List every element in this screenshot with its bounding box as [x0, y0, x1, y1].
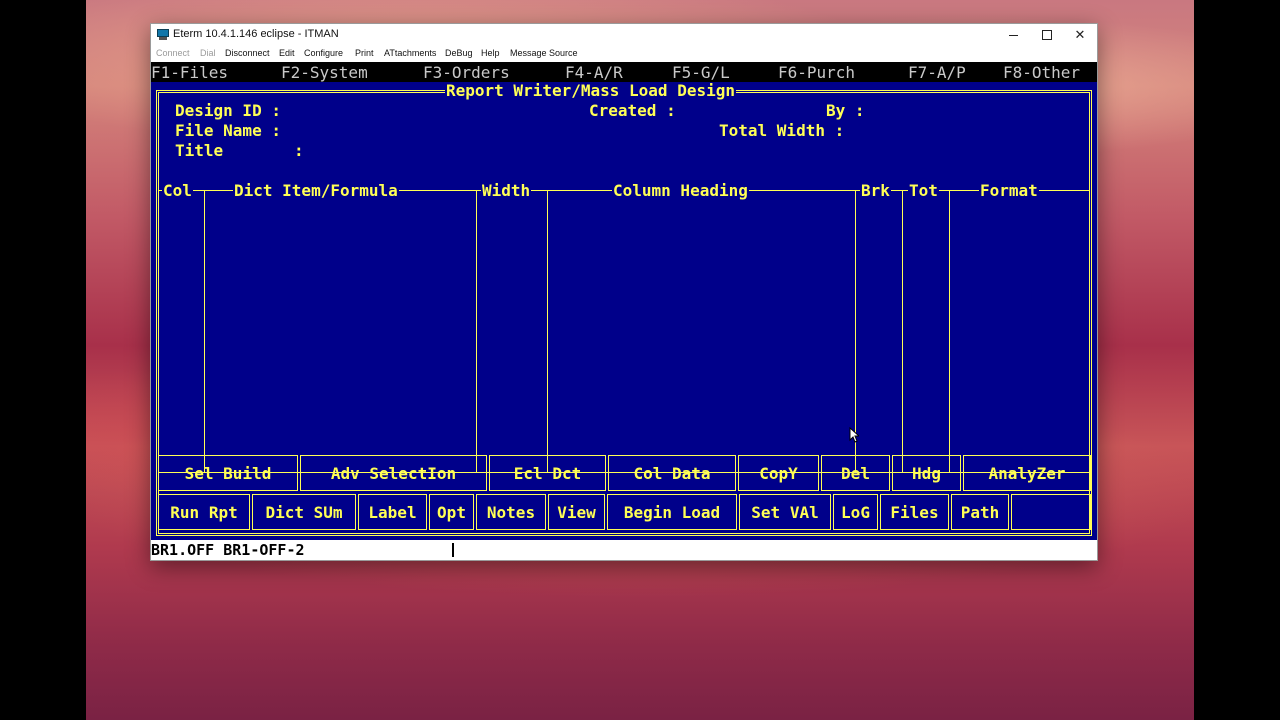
- menu-bar: Connect Dial Disconnect Edit Configure P…: [151, 46, 1097, 62]
- copy-button[interactable]: CopY: [738, 455, 819, 491]
- menu-debug[interactable]: DeBug: [445, 48, 473, 58]
- col-data-button[interactable]: Col Data: [608, 455, 736, 491]
- hdg-button[interactable]: Hdg: [892, 455, 961, 491]
- status-text: BR1.OFF BR1-OFF-2: [151, 541, 305, 559]
- opt-button[interactable]: Opt: [429, 494, 474, 530]
- path-button[interactable]: Path: [951, 494, 1009, 530]
- menu-message-source[interactable]: Message Source: [510, 48, 578, 58]
- column-header-heading: Column Heading: [612, 181, 749, 200]
- analyzer-button[interactable]: AnalyZer: [963, 455, 1091, 491]
- minimize-button[interactable]: [996, 24, 1030, 46]
- label-button[interactable]: Label: [358, 494, 427, 530]
- fkey-f7[interactable]: F7-A/P: [908, 63, 966, 82]
- notes-button[interactable]: Notes: [476, 494, 546, 530]
- column-divider: [204, 190, 205, 472]
- menu-disconnect[interactable]: Disconnect: [225, 48, 270, 58]
- menu-print[interactable]: Print: [355, 48, 374, 58]
- terminal-screen[interactable]: F1-Files F2-System F3-Orders F4-A/R F5-G…: [151, 62, 1097, 540]
- column-divider: [902, 190, 903, 472]
- function-key-bar: F1-Files F2-System F3-Orders F4-A/R F5-G…: [151, 62, 1097, 82]
- total-width-label: Total Width :: [719, 121, 845, 140]
- menu-edit[interactable]: Edit: [279, 48, 295, 58]
- close-icon: ✕: [1074, 27, 1086, 42]
- by-label: By :: [826, 101, 865, 120]
- terminal-app-icon: [157, 29, 169, 40]
- eterm-window: Eterm 10.4.1.146 eclipse - ITMAN ✕ Conne…: [150, 23, 1098, 561]
- close-button[interactable]: ✕: [1063, 24, 1097, 46]
- menu-connect[interactable]: Connect: [156, 48, 190, 58]
- blank-button[interactable]: [1011, 494, 1091, 530]
- status-line[interactable]: BR1.OFF BR1-OFF-2: [151, 540, 1097, 560]
- design-id-label: Design ID :: [175, 101, 281, 120]
- title-bar[interactable]: Eterm 10.4.1.146 eclipse - ITMAN ✕: [151, 24, 1097, 46]
- screen-title: Report Writer/Mass Load Design: [445, 81, 736, 100]
- fkey-f6[interactable]: F6-Purch: [778, 63, 855, 82]
- window-title: Eterm 10.4.1.146 eclipse - ITMAN: [173, 28, 339, 40]
- title-label: Title: [175, 141, 224, 160]
- mouse-pointer-icon: [849, 427, 859, 443]
- column-header-col: Col: [162, 181, 193, 200]
- fkey-f5[interactable]: F5-G/L: [672, 63, 730, 82]
- minimize-icon: [1008, 34, 1018, 36]
- column-divider: [547, 190, 548, 472]
- column-header-width: Width: [481, 181, 532, 200]
- column-header-brk: Brk: [860, 181, 891, 200]
- adv-selection-button[interactable]: Adv SelectIon: [300, 455, 487, 491]
- menu-help[interactable]: Help: [481, 48, 500, 58]
- del-button[interactable]: Del: [821, 455, 890, 491]
- fkey-f3[interactable]: F3-Orders: [423, 63, 510, 82]
- begin-load-button[interactable]: Begin Load: [607, 494, 737, 530]
- menu-attachments[interactable]: ATtachments: [384, 48, 436, 58]
- ecl-dct-button[interactable]: Ecl Dct: [489, 455, 606, 491]
- fkey-f2[interactable]: F2-System: [281, 63, 368, 82]
- maximize-icon: [1042, 30, 1052, 40]
- run-rpt-button[interactable]: Run Rpt: [158, 494, 250, 530]
- created-label: Created :: [589, 101, 676, 120]
- log-button[interactable]: LoG: [833, 494, 878, 530]
- column-divider: [949, 190, 950, 472]
- view-button[interactable]: View: [548, 494, 605, 530]
- dict-sum-button[interactable]: Dict SUm: [252, 494, 356, 530]
- file-name-label: File Name :: [175, 121, 281, 140]
- column-divider: [476, 190, 477, 472]
- set-val-button[interactable]: Set VAl: [739, 494, 831, 530]
- fkey-f8[interactable]: F8-Other: [1003, 63, 1080, 82]
- column-header-format: Format: [979, 181, 1039, 200]
- sel-build-button[interactable]: Sel Build: [158, 455, 298, 491]
- column-header-tot: Tot: [908, 181, 939, 200]
- fkey-f1[interactable]: F1-Files: [151, 63, 228, 82]
- menu-configure[interactable]: Configure: [304, 48, 343, 58]
- text-caret: [452, 543, 454, 557]
- title-colon: :: [294, 141, 304, 160]
- maximize-button[interactable]: [1030, 24, 1064, 46]
- column-header-dict: Dict Item/Formula: [233, 181, 399, 200]
- fkey-f4[interactable]: F4-A/R: [565, 63, 623, 82]
- files-button[interactable]: Files: [880, 494, 949, 530]
- menu-dial[interactable]: Dial: [200, 48, 216, 58]
